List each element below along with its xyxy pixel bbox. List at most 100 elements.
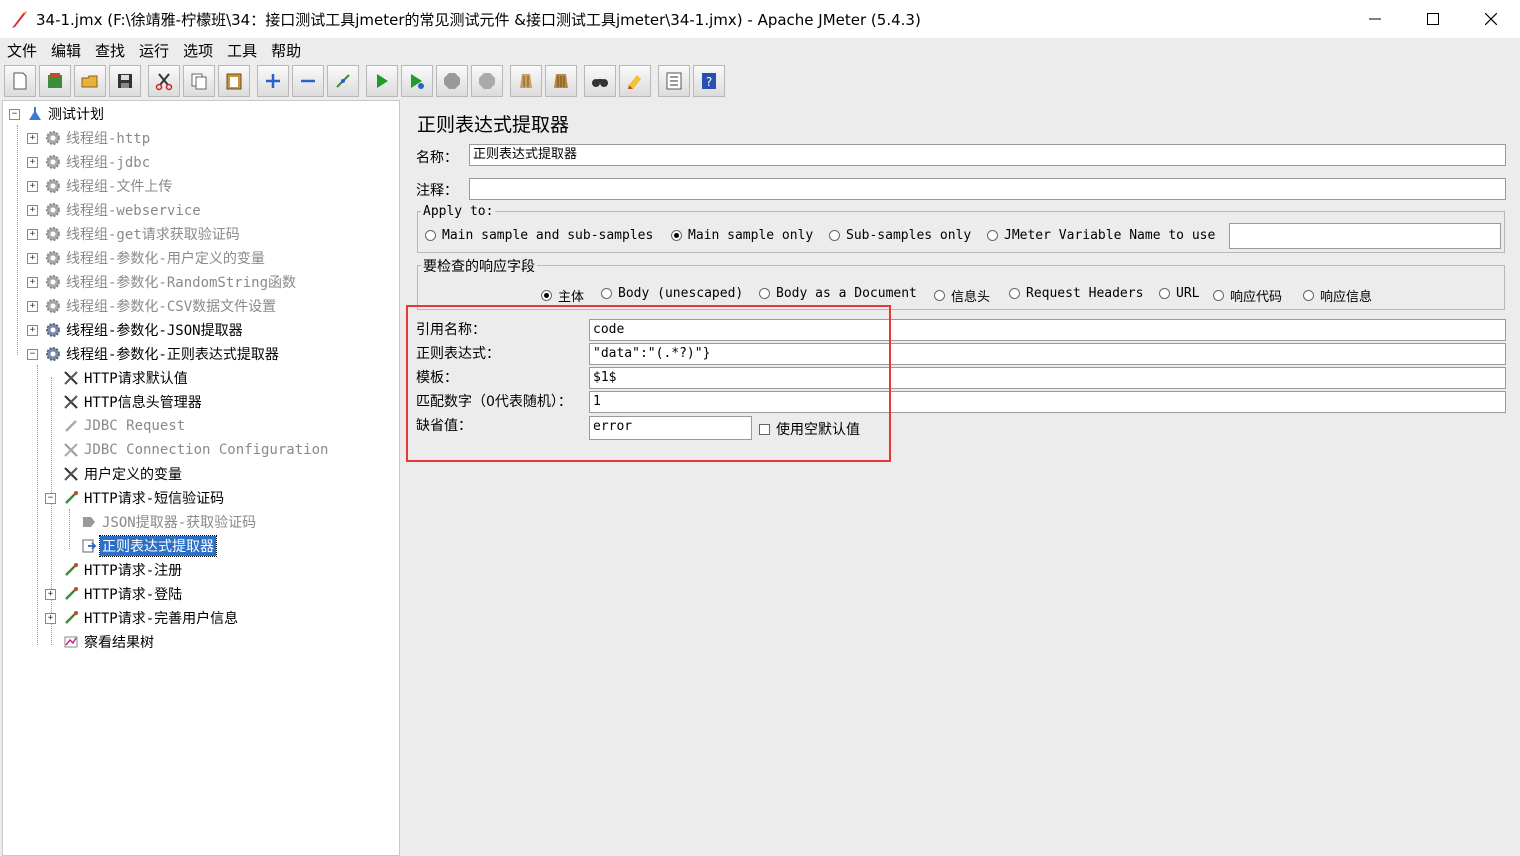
copy-icon [191, 73, 207, 90]
start-button[interactable] [366, 65, 398, 97]
collapse-button[interactable] [292, 65, 324, 97]
field-to-check-title: 要检查的响应字段 [421, 256, 537, 276]
menu-help[interactable]: 帮助 [264, 40, 308, 61]
help-button[interactable]: ? [693, 65, 725, 97]
save-icon [118, 74, 132, 88]
wrench-icon [62, 465, 80, 483]
paste-button[interactable] [218, 65, 250, 97]
collapse-toggle[interactable]: − [9, 108, 20, 120]
tree-node-label: 线程组-参数化-CSV数据文件设置 [66, 299, 277, 315]
minimize-button[interactable] [1346, 0, 1404, 38]
tree-node-thread-group[interactable]: + 线程组-文件上传 [27, 175, 174, 197]
reset-search-button[interactable] [619, 65, 651, 97]
apply-to-main-only-radio[interactable]: Main sample only [671, 228, 813, 243]
menu-file[interactable]: 文件 [0, 40, 44, 61]
tree-node-post-processor[interactable]: 正则表达式提取器 [80, 535, 217, 557]
stop-button[interactable] [436, 65, 468, 97]
tree-node-post-processor[interactable]: JSON提取器-获取验证码 [80, 511, 258, 533]
expand-toggle[interactable]: + [45, 612, 56, 624]
menu-search[interactable]: 查找 [88, 40, 132, 61]
tree-node-thread-group[interactable]: + 线程组-参数化-RandomString函数 [27, 271, 298, 293]
maximize-button[interactable] [1404, 0, 1462, 38]
expand-toggle[interactable]: + [27, 252, 38, 264]
tree-node-test-plan[interactable]: − 测试计划 [9, 103, 106, 125]
field-body-as-document-radio[interactable]: Body as a Document [759, 286, 917, 301]
extractor-icon [80, 513, 98, 531]
field-body-unescaped-radio[interactable]: Body (unescaped) [601, 286, 743, 301]
cut-button[interactable] [148, 65, 180, 97]
field-url-radio[interactable]: URL [1159, 286, 1199, 301]
expand-toggle[interactable]: + [27, 180, 38, 192]
collapse-toggle[interactable]: − [27, 348, 38, 360]
tree-node-thread-group[interactable]: − 线程组-参数化-正则表达式提取器 [27, 343, 281, 365]
field-response-message-radio[interactable]: 响应信息 [1303, 286, 1372, 305]
apply-to-sub-only-radio[interactable]: Sub-samples only [829, 228, 971, 243]
expand-toggle[interactable]: + [27, 132, 38, 144]
search-button[interactable] [584, 65, 616, 97]
apply-to-variable-radio[interactable]: JMeter Variable Name to use [987, 228, 1215, 243]
tree-node-thread-group[interactable]: + 线程组-参数化-用户定义的变量 [27, 247, 267, 269]
field-request-headers-radio[interactable]: Request Headers [1009, 286, 1143, 301]
tree-node-label: 察看结果树 [84, 635, 154, 651]
field-body-radio[interactable]: 主体 [541, 286, 584, 305]
expand-toggle[interactable]: + [27, 276, 38, 288]
tree-node-thread-group[interactable]: + 线程组-http [27, 127, 152, 149]
name-input[interactable]: 正则表达式提取器 [469, 144, 1506, 166]
new-button[interactable] [4, 65, 36, 97]
clear-button[interactable] [510, 65, 542, 97]
expand-toggle[interactable]: + [27, 228, 38, 240]
tree-node-thread-group[interactable]: + 线程组-参数化-CSV数据文件设置 [27, 295, 278, 317]
tree-node-sampler[interactable]: + HTTP请求-登陆 [45, 583, 184, 605]
menu-run[interactable]: 运行 [132, 40, 176, 61]
save-button[interactable] [109, 65, 141, 97]
tree-node-sampler[interactable]: HTTP请求-注册 [62, 559, 184, 581]
field-headers-radio[interactable]: 信息头 [934, 286, 990, 305]
expand-toggle[interactable]: + [27, 156, 38, 168]
copy-button[interactable] [183, 65, 215, 97]
start-no-pause-button[interactable] [401, 65, 433, 97]
comment-input[interactable] [469, 178, 1506, 200]
tree-node-thread-group[interactable]: + 线程组-webservice [27, 199, 203, 221]
tree-node-sampler[interactable]: − HTTP请求-短信验证码 [45, 487, 226, 509]
gear-icon [44, 177, 62, 195]
tree-node-listener[interactable]: 察看结果树 [62, 631, 156, 653]
tree-node-sampler[interactable]: JDBC Request [62, 415, 187, 437]
tree-node-sampler[interactable]: + HTTP请求-完善用户信息 [45, 607, 240, 629]
function-helper-button[interactable] [658, 65, 690, 97]
variable-name-input[interactable] [1229, 223, 1501, 249]
close-button[interactable] [1462, 0, 1520, 38]
clear-icon [520, 74, 532, 88]
radio-label: Main sample only [688, 228, 814, 243]
menu-options[interactable]: 选项 [176, 40, 220, 61]
shutdown-button[interactable] [471, 65, 503, 97]
collapse-toggle[interactable]: − [45, 492, 56, 504]
tree-node-thread-group[interactable]: + 线程组-jdbc [27, 151, 152, 173]
tree-node-thread-group[interactable]: + 线程组-参数化-JSON提取器 [27, 319, 245, 341]
open-button[interactable] [74, 65, 106, 97]
menu-edit[interactable]: 编辑 [44, 40, 88, 61]
tree-node-config[interactable]: JDBC Connection Configuration [62, 439, 330, 461]
tree-node-label: HTTP请求-登陆 [84, 587, 183, 603]
menu-tools[interactable]: 工具 [220, 40, 264, 61]
tree-node-config[interactable]: HTTP请求默认值 [62, 367, 190, 389]
radio-dot [425, 230, 436, 241]
expand-button[interactable] [257, 65, 289, 97]
test-plan-tree[interactable]: − 测试计划 + 线程组-http + 线程组-jdbc + 线程组-文件上传 … [2, 100, 400, 856]
tree-node-thread-group[interactable]: + 线程组-get请求获取验证码 [27, 223, 242, 245]
expand-toggle[interactable]: + [27, 204, 38, 216]
tree-node-config[interactable]: 用户定义的变量 [62, 463, 184, 485]
cut-icon [155, 73, 173, 91]
start-icon [377, 74, 388, 88]
clear-all-icon [554, 74, 568, 88]
field-response-code-radio[interactable]: 响应代码 [1213, 286, 1282, 305]
radio-label: Body as a Document [776, 286, 917, 301]
expand-toggle[interactable]: + [27, 300, 38, 312]
templates-button[interactable] [39, 65, 71, 97]
toggle-button[interactable] [327, 65, 359, 97]
radio-label: JMeter Variable Name to use [1004, 228, 1216, 243]
expand-toggle[interactable]: + [45, 588, 56, 600]
tree-node-config[interactable]: HTTP信息头管理器 [62, 391, 204, 413]
clear-all-button[interactable] [545, 65, 577, 97]
expand-toggle[interactable]: + [27, 324, 38, 336]
apply-to-main-and-sub-radio[interactable]: Main sample and sub-samples [425, 228, 653, 243]
